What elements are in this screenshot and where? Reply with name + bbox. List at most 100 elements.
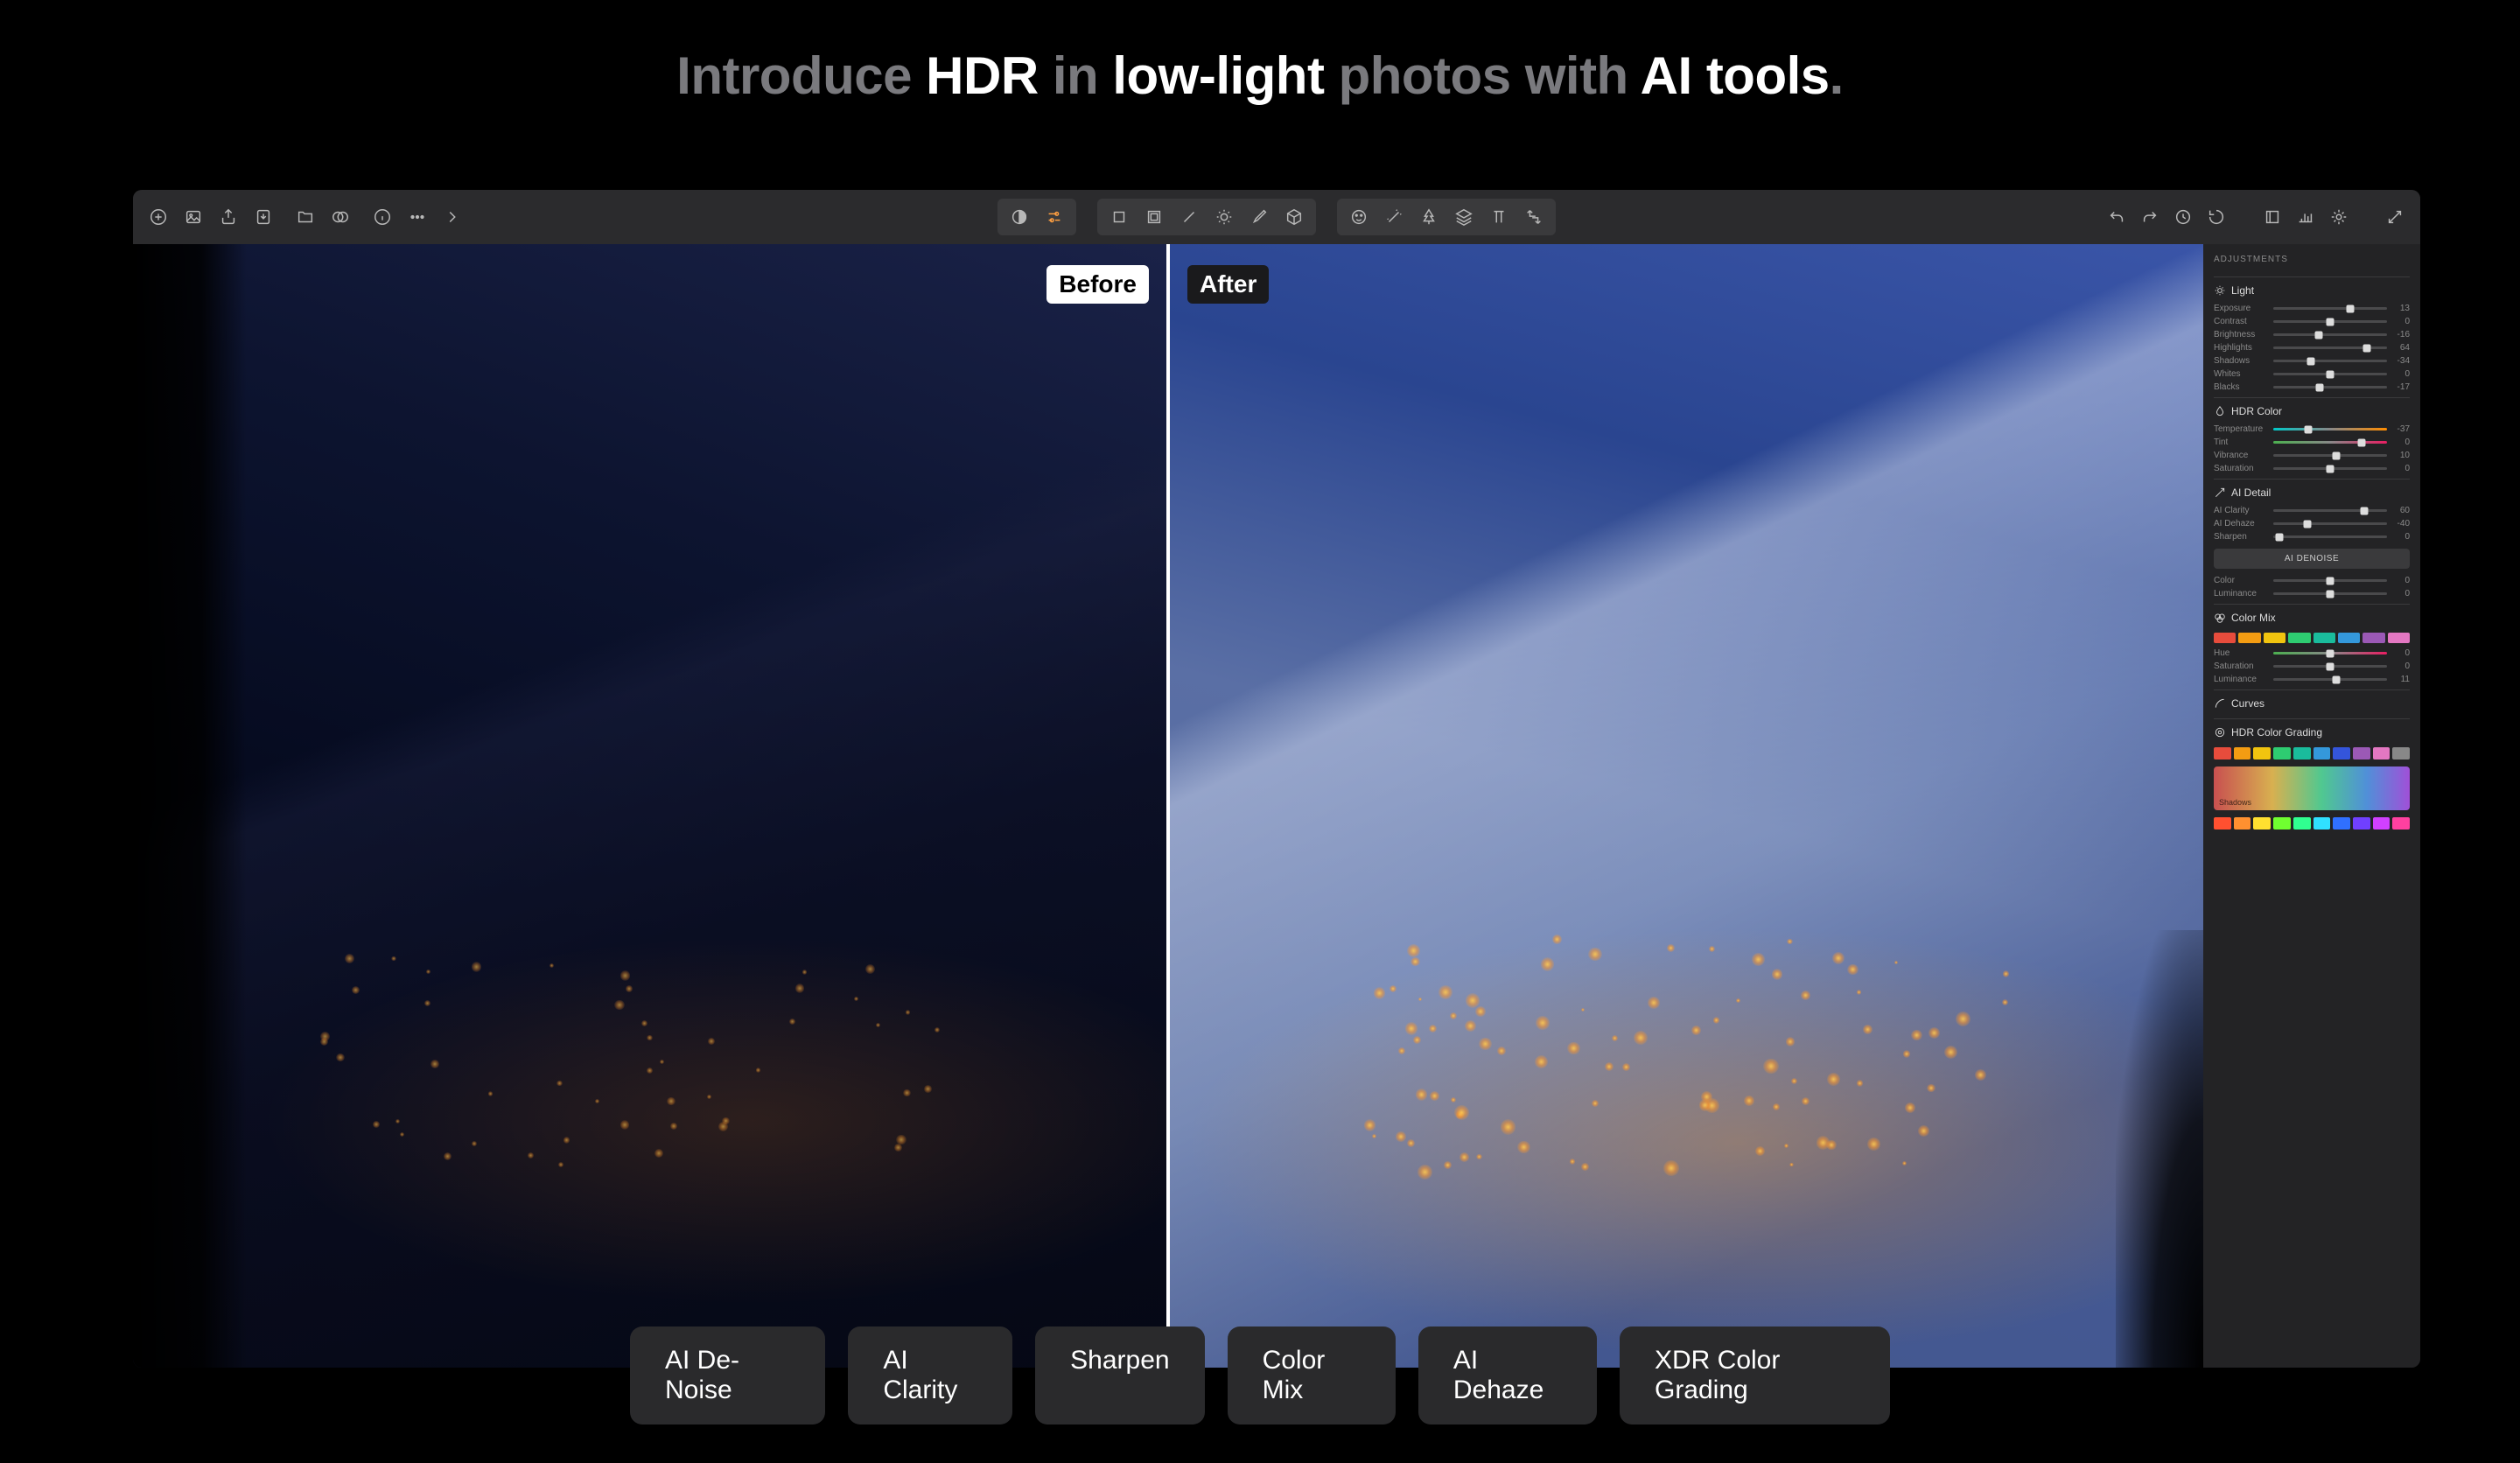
layers-icon[interactable] [1449,202,1479,232]
add-icon[interactable] [145,204,172,230]
feature-pill[interactable]: AI De-Noise [630,1326,825,1424]
color-swatch[interactable] [2333,747,2350,760]
slider-ai-dehaze[interactable]: AI Dehaze-40 [2214,517,2410,530]
eyedropper-icon[interactable] [1174,202,1204,232]
slider-hue[interactable]: Hue0 [2214,647,2410,660]
color-swatch[interactable] [2362,633,2384,643]
color-swatch[interactable] [2264,633,2286,643]
text-icon[interactable] [1484,202,1514,232]
color-swatch[interactable] [2214,817,2231,830]
redo-icon[interactable] [2137,204,2163,230]
color-swatch[interactable] [2338,633,2360,643]
folder-icon[interactable] [292,204,318,230]
wand-icon[interactable] [1379,202,1409,232]
color-swatch[interactable] [2273,747,2291,760]
color-swatch[interactable] [2293,817,2311,830]
slider-saturation[interactable]: Saturation0 [2214,660,2410,673]
panel-left-icon[interactable] [2259,204,2286,230]
color-swatch[interactable] [2314,747,2331,760]
compare-icon[interactable] [327,204,354,230]
slider-whites[interactable]: Whites0 [2214,368,2410,381]
color-swatch[interactable] [2333,817,2350,830]
slider-temperature[interactable]: Temperature-37 [2214,423,2410,436]
transform-icon[interactable] [1519,202,1549,232]
ai-denoise-button[interactable]: AI DENOISE [2214,549,2410,569]
chevron-right-icon[interactable] [439,204,466,230]
download-icon[interactable] [250,204,276,230]
feature-pill[interactable]: XDR Color Grading [1620,1326,1890,1424]
color-swatch[interactable] [2214,633,2236,643]
more-icon[interactable] [404,204,430,230]
image-icon[interactable] [180,204,206,230]
slider-luminance[interactable]: Luminance11 [2214,673,2410,686]
slider-vibrance[interactable]: Vibrance10 [2214,449,2410,462]
panel-title: ADJUSTMENTS [2214,251,2410,273]
slider-sharpen[interactable]: Sharpen0 [2214,530,2410,543]
face-icon[interactable] [1344,202,1374,232]
feature-pill[interactable]: AI Dehaze [1418,1326,1597,1424]
after-label: After [1187,265,1269,304]
slider-ai-clarity[interactable]: AI Clarity60 [2214,504,2410,517]
color-swatch[interactable] [2253,817,2271,830]
feature-pill[interactable]: Sharpen [1035,1326,1204,1424]
color-swatch[interactable] [2293,747,2311,760]
feature-pill[interactable]: AI Clarity [848,1326,1012,1424]
color-swatch[interactable] [2238,633,2260,643]
section-color-mix[interactable]: Color Mix [2214,604,2410,629]
grading-preview[interactable] [2214,766,2410,810]
toolbar [133,190,2420,244]
slider-tint[interactable]: Tint0 [2214,436,2410,449]
expand-icon[interactable] [2382,204,2408,230]
sun-icon[interactable] [1209,202,1239,232]
gear-icon[interactable] [2326,204,2352,230]
color-swatch[interactable] [2388,633,2410,643]
color-swatch[interactable] [2273,817,2291,830]
color-swatch[interactable] [2234,747,2251,760]
section-hdr-grading[interactable]: HDR Color Grading [2214,718,2410,744]
section-light[interactable]: Light [2214,276,2410,302]
tool-group-color [998,199,1076,235]
slider-saturation[interactable]: Saturation0 [2214,462,2410,475]
histogram-icon[interactable] [2292,204,2319,230]
section-ai-detail[interactable]: AI Detail [2214,479,2410,504]
color-swatch[interactable] [2214,747,2231,760]
slider-contrast[interactable]: Contrast0 [2214,315,2410,328]
color-swatch[interactable] [2353,817,2370,830]
color-swatch[interactable] [2288,633,2310,643]
info-icon[interactable] [369,204,396,230]
reset-icon[interactable] [2203,204,2230,230]
feature-pill[interactable]: Color Mix [1228,1326,1396,1424]
brush-icon[interactable] [1244,202,1274,232]
section-curves[interactable]: Curves [2214,690,2410,715]
color-swatch[interactable] [2253,747,2271,760]
color-swatch[interactable] [2234,817,2251,830]
sliders-icon[interactable] [1040,202,1069,232]
tree-icon[interactable] [1414,202,1444,232]
undo-icon[interactable] [2104,204,2130,230]
frame-icon[interactable] [1139,202,1169,232]
slider-shadows[interactable]: Shadows-34 [2214,354,2410,368]
color-swatch[interactable] [2353,747,2370,760]
slider-highlights[interactable]: Highlights64 [2214,341,2410,354]
color-swatch[interactable] [2314,633,2335,643]
color-swatch[interactable] [2373,747,2390,760]
slider-blacks[interactable]: Blacks-17 [2214,381,2410,394]
history-icon[interactable] [2170,204,2196,230]
section-hdr-color[interactable]: HDR Color [2214,397,2410,423]
image-compare: Before After [133,244,2203,1368]
share-icon[interactable] [215,204,242,230]
contrast-icon[interactable] [1004,202,1034,232]
slider-brightness[interactable]: Brightness-16 [2214,328,2410,341]
marketing-title: Introduce HDR in low-light photos with A… [0,46,2520,106]
slider-exposure[interactable]: Exposure13 [2214,302,2410,315]
color-swatch[interactable] [2392,817,2410,830]
square-icon[interactable] [1104,202,1134,232]
before-pane: Before [133,244,1166,1368]
color-swatch[interactable] [2314,817,2331,830]
slider-luminance[interactable]: Luminance0 [2214,587,2410,600]
slider-color[interactable]: Color0 [2214,574,2410,587]
color-swatch[interactable] [2373,817,2390,830]
color-swatch[interactable] [2392,747,2410,760]
cube-icon[interactable] [1279,202,1309,232]
feature-pills: AI De-NoiseAI ClaritySharpenColor MixAI … [630,1326,1890,1424]
